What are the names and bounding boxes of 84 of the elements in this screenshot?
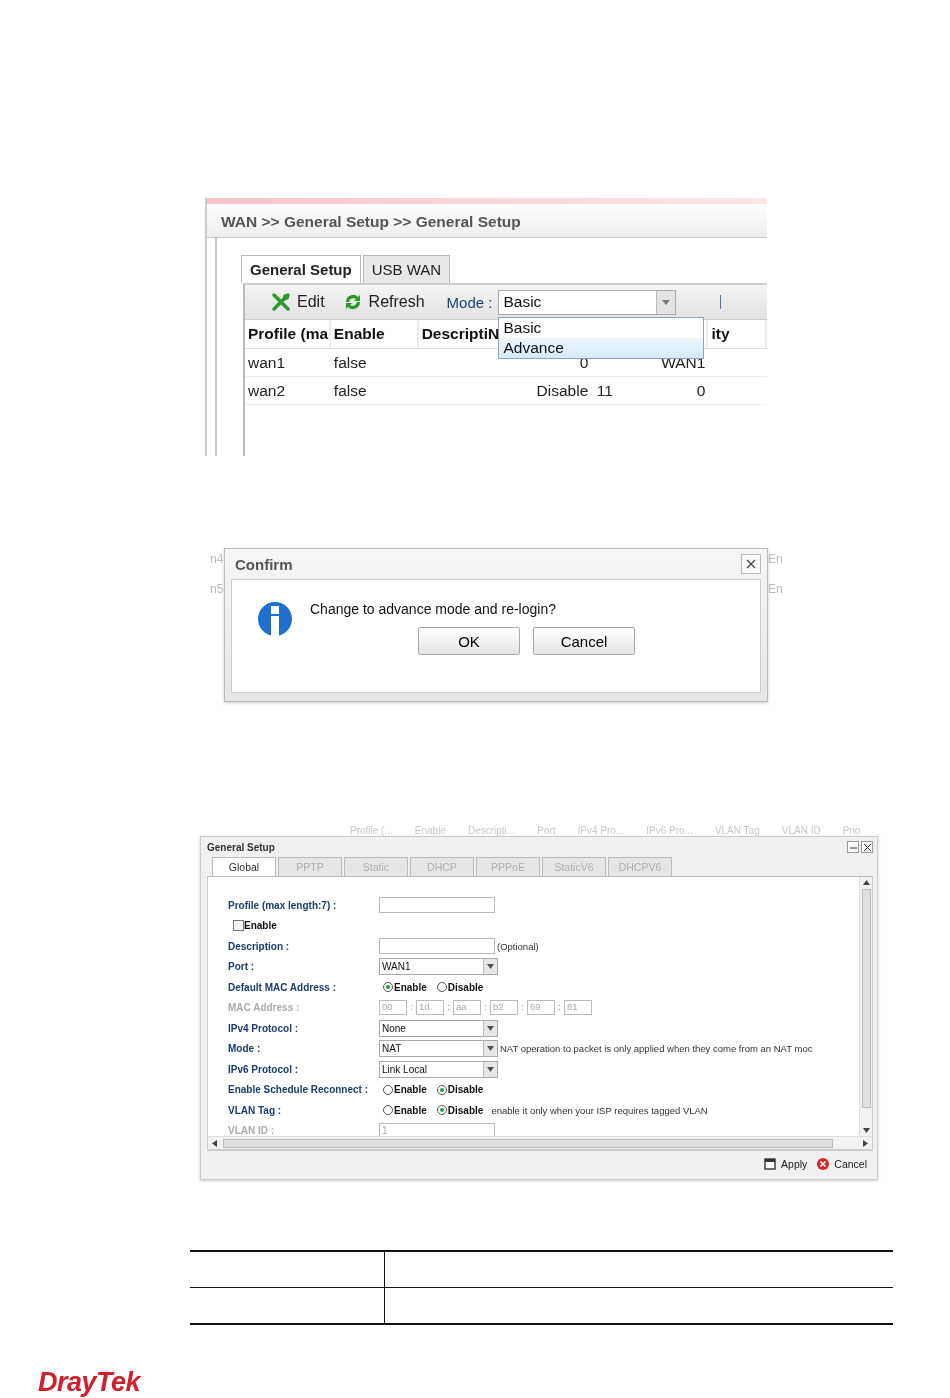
refresh-button[interactable]: Refresh: [342, 293, 431, 311]
radio-label: Disable: [447, 1084, 484, 1096]
tab[interactable]: USB WAN: [362, 255, 451, 283]
cancel-icon: [817, 1158, 830, 1170]
field-label: Description :: [228, 940, 291, 952]
cancel-button[interactable]: Cancel: [817, 1158, 867, 1170]
select-field[interactable]: Link Local: [379, 1060, 498, 1078]
column-header[interactable]: DescriptiN: [421, 325, 500, 343]
down-arrow-icon: [862, 1128, 870, 1133]
background-text: n5: [210, 582, 224, 596]
background-text: En: [768, 552, 782, 566]
window-title: General Setup: [207, 841, 275, 853]
field-label: Enable Schedule Reconnect :: [228, 1084, 370, 1096]
radio-button[interactable]: [383, 1084, 393, 1095]
table-cell: 0: [696, 381, 706, 399]
table-cell: false: [333, 381, 367, 399]
close-button[interactable]: [861, 841, 873, 853]
close-button[interactable]: [741, 554, 761, 574]
field-label: Port :: [228, 961, 256, 973]
hint-text: (Optional): [497, 940, 539, 952]
radio-label: Disable: [447, 1104, 484, 1116]
field-label: Default MAC Address :: [228, 981, 337, 993]
select-field[interactable]: None: [379, 1019, 498, 1037]
caret-icon: [662, 299, 671, 305]
calendar-icon: [764, 1158, 777, 1170]
table-cell: false: [333, 353, 367, 371]
column-header[interactable]: Enable: [333, 325, 385, 343]
column-header[interactable]: Profile (ma: [248, 325, 329, 343]
up-arrow-icon: [862, 880, 870, 885]
apply-button[interactable]: Apply: [764, 1158, 808, 1170]
field-label: VLAN Tag :: [228, 1104, 283, 1116]
close-icon: [746, 559, 756, 569]
mode-label: Mode :: [446, 293, 493, 311]
background-text: En: [768, 582, 782, 596]
table-cell: Disable: [536, 381, 589, 399]
right-arrow-icon: [863, 1139, 868, 1147]
checkbox-label: Enable: [244, 920, 277, 932]
hint-text: enable it only when your ISP requires tagged VLAN: [491, 1104, 708, 1116]
radio-label: Enable: [394, 1104, 427, 1116]
caret-icon: [487, 1046, 494, 1052]
caret-icon: [487, 964, 494, 970]
table-cell: wan2: [248, 381, 286, 399]
dialog-title: Confirm: [235, 555, 293, 573]
field-label: IPv4 Protocol :: [228, 1022, 299, 1034]
radio-label: Enable: [394, 981, 427, 993]
dialog-button[interactable]: Cancel: [533, 627, 635, 655]
input-field[interactable]: [379, 897, 495, 914]
input-field[interactable]: [379, 938, 495, 955]
close-icon: [863, 843, 871, 851]
background-text: n4: [210, 552, 224, 566]
dropdown-option[interactable]: Advance: [499, 337, 704, 358]
caret-icon: [487, 1066, 494, 1072]
radio-button[interactable]: [436, 1105, 447, 1116]
radio-label: Enable: [394, 1084, 427, 1096]
logo: DrayTek: [38, 1367, 141, 1398]
checkbox[interactable]: [233, 920, 244, 932]
radio-button[interactable]: [436, 1084, 447, 1095]
radio-button[interactable]: [436, 982, 447, 993]
select-field[interactable]: NAT: [379, 1040, 498, 1058]
radio-label: Disable: [447, 981, 484, 993]
table-cell: 11: [596, 381, 613, 399]
tab[interactable]: General Setup: [241, 255, 361, 283]
column-header[interactable]: ity: [711, 325, 730, 343]
field-label: IPv6 Protocol :: [228, 1063, 299, 1075]
left-arrow-icon: [212, 1139, 217, 1147]
hint-text: NAT operation to packet is only applied when they come from an NAT moc: [500, 1043, 813, 1055]
radio-button[interactable]: [383, 982, 393, 993]
tab[interactable]: Global: [212, 857, 276, 876]
tools-icon: [271, 292, 291, 312]
field-label: VLAN ID :: [228, 1125, 276, 1136]
dropdown-option[interactable]: Basic: [499, 317, 704, 338]
radio-button[interactable]: [383, 1105, 393, 1116]
vertical-scrollbar[interactable]: [859, 877, 872, 1136]
horizontal-scrollbar[interactable]: [208, 1136, 872, 1149]
dialog-message: Change to advance mode and re-login?: [310, 601, 557, 617]
dialog-button[interactable]: OK: [418, 627, 520, 655]
field-label: MAC Address :: [228, 1002, 301, 1014]
caret-icon: [487, 1025, 494, 1031]
mode-dropdown[interactable]: Basic: [498, 289, 677, 315]
select-field[interactable]: WAN1: [379, 958, 498, 976]
field-label: Profile (max length:7) :: [228, 899, 338, 911]
table-cell: wan1: [248, 353, 286, 371]
edit-button[interactable]: Edit: [271, 292, 331, 312]
field-label: Mode :: [228, 1043, 262, 1055]
